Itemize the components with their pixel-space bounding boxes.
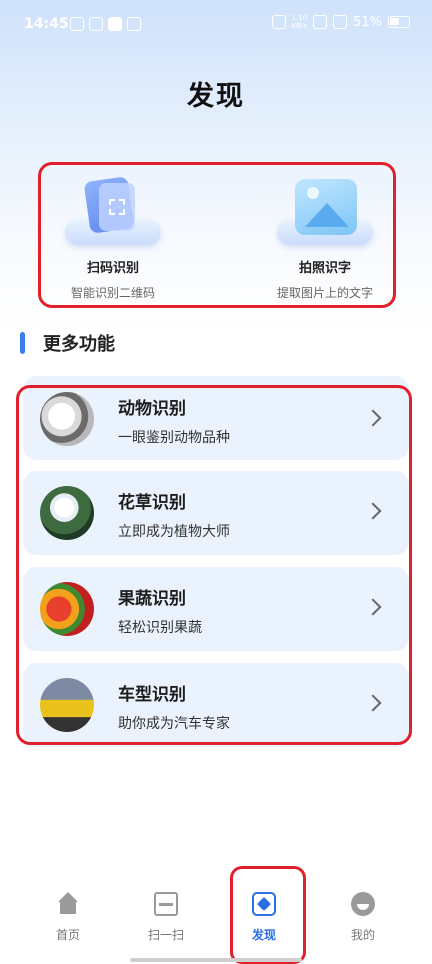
status-right: 1.10 KB/s 51% — [271, 14, 410, 30]
section-accent-bar — [20, 332, 25, 354]
tab-home[interactable]: 首页 — [28, 892, 108, 943]
home-icon — [56, 892, 80, 916]
battery-percent: 51% — [353, 14, 382, 30]
discover-tab-highlight — [230, 866, 306, 964]
tab-label: 扫一扫 — [147, 928, 184, 942]
app-icon — [89, 17, 103, 31]
status-bar: 14:45 1.10 KB/s 51% — [0, 0, 432, 52]
photo-text-tool[interactable]: 拍照识字 提取图片上的文字 — [255, 175, 395, 301]
section-label: 更多功能 — [43, 334, 115, 355]
photo-text-title: 拍照识字 — [298, 261, 351, 276]
quick-tools-card: 扫码识别 智能识别二维码 拍照识字 提取图片上的文字 — [38, 162, 396, 308]
tab-label: 我的 — [350, 928, 375, 942]
net-speed-value: 1.10 — [291, 14, 308, 22]
gallery-icon — [127, 17, 141, 31]
tab-scan[interactable]: 扫一扫 — [126, 892, 206, 943]
home-indicator[interactable] — [130, 958, 302, 962]
page-title: 发现 — [187, 81, 245, 112]
photo-text-subtitle: 提取图片上的文字 — [276, 286, 373, 300]
more-features-header: 更多功能 — [20, 331, 115, 355]
net-speed: 1.10 KB/s — [292, 14, 308, 30]
bottom-tab-bar: 首页 扫一扫 发现 我的 — [0, 876, 432, 964]
sync-icon — [70, 17, 84, 31]
tab-label: 首页 — [55, 928, 80, 942]
scan-code-tool[interactable]: 扫码识别 智能识别二维码 — [43, 175, 183, 301]
status-time: 14:45 — [24, 16, 69, 32]
scan-icon — [154, 892, 178, 916]
wifi-icon — [333, 15, 348, 29]
photo-text-icon — [255, 175, 395, 245]
qr-scan-icon — [43, 175, 183, 245]
tab-profile[interactable]: 我的 — [323, 892, 403, 943]
battery-icon — [388, 16, 410, 28]
vibrate-icon — [271, 15, 286, 29]
notification-icons — [70, 17, 141, 31]
scan-code-title: 扫码识别 — [86, 261, 139, 276]
profile-icon — [351, 892, 375, 916]
net-speed-unit: KB/s — [291, 22, 307, 30]
tiktok-icon — [108, 17, 122, 31]
sim-icon — [313, 15, 328, 29]
feature-list-highlight — [16, 385, 412, 745]
scan-code-subtitle: 智能识别二维码 — [70, 286, 155, 300]
